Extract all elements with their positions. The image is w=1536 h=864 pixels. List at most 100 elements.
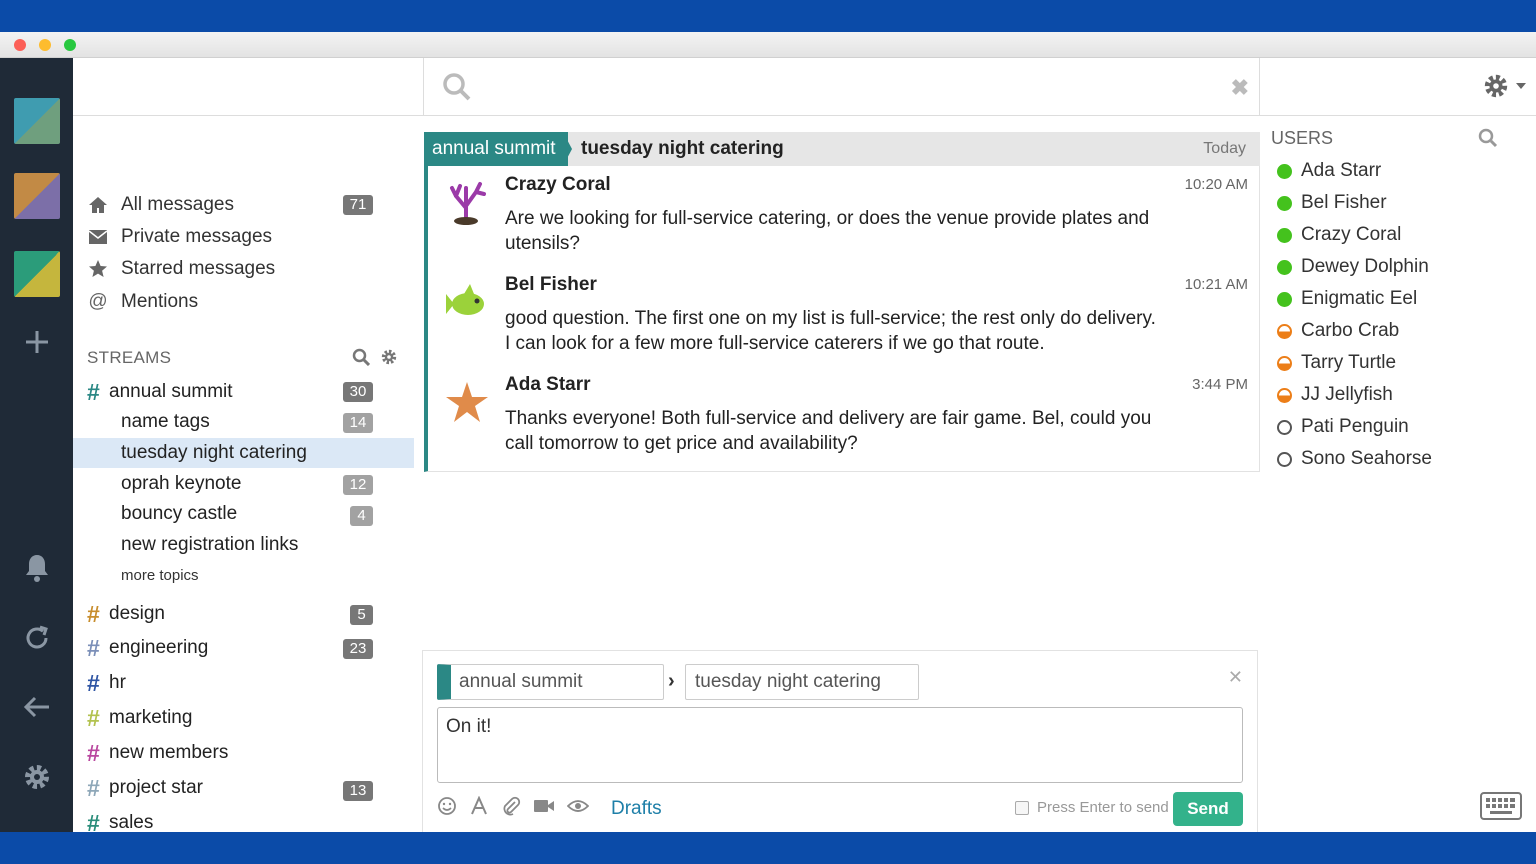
close-compose-icon[interactable]: ✕ <box>1228 667 1243 688</box>
stream-marketing[interactable]: # marketing <box>87 704 192 732</box>
recipient-topic[interactable]: tuesday night catering <box>581 132 784 166</box>
message-sender[interactable]: Bel Fisher <box>505 274 597 296</box>
send-button[interactable]: Send <box>1173 792 1243 826</box>
message[interactable]: Crazy Coral 10:20 AM Are we looking for … <box>428 166 1260 266</box>
app-window: ✖ All messages 71 Private messages Starr… <box>73 58 1536 836</box>
hash-icon: # <box>87 704 100 731</box>
unread-count-badge: 4 <box>350 506 373 526</box>
bell-icon[interactable] <box>20 551 54 585</box>
enter-to-send-option[interactable]: Press Enter to send <box>1015 799 1169 816</box>
stream-new-members[interactable]: # new members <box>87 739 228 767</box>
more-topics-link[interactable]: more topics <box>121 567 199 584</box>
stream-engineering[interactable]: # engineering <box>87 634 208 662</box>
nav-all-messages[interactable]: All messages <box>87 191 234 219</box>
stream-annual-summit[interactable]: # annual summit <box>87 378 233 406</box>
topic-item[interactable]: new registration links <box>121 532 298 558</box>
settings-gear-icon[interactable] <box>20 760 54 794</box>
header-logo-area <box>73 58 424 116</box>
add-org-icon[interactable] <box>20 325 54 359</box>
user-item[interactable]: Carbo Crab <box>1277 317 1399 345</box>
user-item[interactable]: Dewey Dolphin <box>1277 253 1429 281</box>
unread-count-badge: 13 <box>343 781 373 801</box>
maximize-window-button[interactable] <box>64 39 76 51</box>
org-icon-2[interactable] <box>14 173 60 219</box>
message-content: Are we looking for full-service catering… <box>505 208 1150 254</box>
emoji-icon[interactable] <box>437 796 457 821</box>
compose-stream-input[interactable]: annual summit <box>437 664 664 700</box>
org-icon-3[interactable] <box>14 251 60 297</box>
message-time: 10:21 AM <box>1184 276 1248 293</box>
topic-name: tuesday night catering <box>121 442 307 463</box>
stream-project-star[interactable]: # project star <box>87 774 203 802</box>
clear-search-icon[interactable]: ✖ <box>1231 75 1249 101</box>
nav-mentions[interactable]: @ Mentions <box>87 288 198 316</box>
user-item[interactable]: Pati Penguin <box>1277 413 1409 441</box>
user-item[interactable]: Enigmatic Eel <box>1277 285 1417 313</box>
coral-avatar-icon[interactable] <box>444 180 490 226</box>
nav-starred-messages[interactable]: Starred messages <box>87 255 275 283</box>
streams-header: STREAMS <box>87 348 172 367</box>
keyboard-shortcuts-icon[interactable] <box>1480 792 1522 825</box>
back-icon[interactable] <box>20 690 54 724</box>
preview-eye-icon[interactable] <box>566 796 590 821</box>
presence-idle-icon <box>1277 355 1292 371</box>
fish-avatar-icon[interactable] <box>444 280 490 326</box>
topic-item[interactable]: bouncy castle <box>121 501 237 527</box>
message-time: 3:44 PM <box>1192 376 1248 393</box>
search-streams-icon[interactable] <box>352 348 371 371</box>
settings-menu-button[interactable] <box>1482 72 1528 100</box>
starfish-avatar-icon[interactable] <box>444 380 490 426</box>
nav-label: Mentions <box>121 291 199 312</box>
nav-label: Private messages <box>121 226 273 247</box>
presence-idle-icon <box>1277 323 1292 339</box>
hash-icon: # <box>87 774 100 801</box>
compose-topic-input[interactable]: tuesday night catering <box>685 664 919 700</box>
reload-icon[interactable] <box>20 621 54 655</box>
topic-item-active[interactable]: tuesday night catering <box>121 440 307 466</box>
presence-active-icon <box>1277 163 1292 179</box>
user-item[interactable]: Tarry Turtle <box>1277 349 1396 377</box>
search-users-icon[interactable] <box>1478 128 1498 153</box>
compose-textarea[interactable]: On it! <box>437 707 1243 783</box>
search-bar[interactable]: ✖ <box>424 58 1260 116</box>
stream-name: hr <box>109 672 126 693</box>
left-sidebar: All messages 71 Private messages Starred… <box>73 116 424 836</box>
minimize-window-button[interactable] <box>39 39 51 51</box>
org-icon-1[interactable] <box>14 98 60 144</box>
message-list: annual summit tuesday night catering Tod… <box>424 132 1260 472</box>
stream-name: design <box>109 603 165 624</box>
user-item[interactable]: Bel Fisher <box>1277 189 1387 217</box>
user-name: Tarry Turtle <box>1301 352 1397 373</box>
home-icon <box>87 196 109 214</box>
drafts-link[interactable]: Drafts <box>611 798 662 820</box>
window-titlebar <box>0 32 1536 58</box>
user-item[interactable]: Crazy Coral <box>1277 221 1401 249</box>
stream-hr[interactable]: # hr <box>87 669 126 697</box>
recipient-date: Today <box>1203 140 1246 157</box>
user-item[interactable]: JJ Jellyfish <box>1277 381 1393 409</box>
message[interactable]: Ada Starr 3:44 PM Thanks everyone! Both … <box>428 366 1260 466</box>
user-item[interactable]: Sono Seahorse <box>1277 445 1432 473</box>
hash-icon: # <box>87 600 100 627</box>
stream-design[interactable]: # design <box>87 600 165 628</box>
topic-item[interactable]: name tags <box>121 409 210 435</box>
nav-label: Starred messages <box>121 258 276 279</box>
stream-name: annual summit <box>109 381 233 402</box>
recipient-stream[interactable]: annual summit <box>424 132 568 166</box>
message[interactable]: Bel Fisher 10:21 AM good question. The f… <box>428 266 1260 366</box>
close-window-button[interactable] <box>14 39 26 51</box>
user-name: Ada Starr <box>1301 160 1382 181</box>
enter-to-send-checkbox[interactable] <box>1015 800 1029 815</box>
message-sender[interactable]: Ada Starr <box>505 374 591 396</box>
message-sender[interactable]: Crazy Coral <box>505 174 611 196</box>
topic-item[interactable]: oprah keynote <box>121 471 241 497</box>
stream-settings-icon[interactable] <box>380 348 398 371</box>
user-item[interactable]: Ada Starr <box>1277 157 1381 185</box>
nav-private-messages[interactable]: Private messages <box>87 223 272 251</box>
users-header: USERS <box>1271 128 1334 148</box>
video-call-icon[interactable] <box>533 796 555 821</box>
attachment-icon[interactable] <box>501 796 521 821</box>
formatting-icon[interactable] <box>469 795 489 821</box>
search-icon[interactable] <box>442 72 472 107</box>
hash-icon: # <box>87 634 100 661</box>
